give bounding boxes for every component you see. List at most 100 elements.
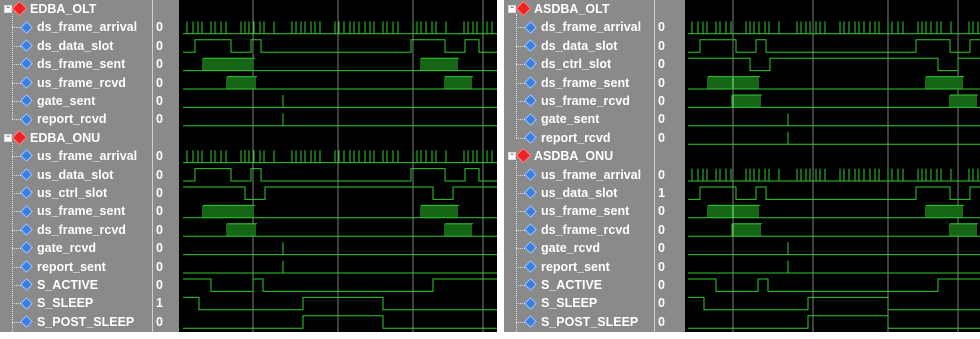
- signal-row-label[interactable]: report_sent: [524, 258, 610, 276]
- blue-diamond-icon: [524, 57, 537, 71]
- signal-row-label[interactable]: us_frame_sent: [524, 202, 629, 220]
- signal-row-label[interactable]: S_DOZE: [526, 331, 591, 332]
- signal-row-label[interactable]: S_ACTIVE: [20, 276, 99, 294]
- blue-diamond-icon: [20, 149, 33, 163]
- signal-row-label[interactable]: ds_frame_rcvd: [524, 221, 630, 239]
- signal-name: report_rcvd: [541, 130, 611, 145]
- signal-row-label[interactable]: us_data_slot: [20, 166, 114, 184]
- signal-value: 0: [156, 278, 163, 292]
- signal-row-label[interactable]: report_rcvd: [524, 129, 611, 147]
- signal-row-label[interactable]: ds_frame_arrival: [524, 18, 641, 36]
- signal-row-label[interactable]: S_SLEEP: [524, 294, 597, 312]
- right-signal-names: − ASDBA_OLT ds_frame_arrival ds_data_slotds…: [504, 0, 654, 332]
- collapse-box-icon[interactable]: −: [4, 4, 12, 13]
- signal-row-label[interactable]: gate_rcvd: [524, 239, 601, 257]
- signal-value: 1: [156, 296, 163, 311]
- left-signal-names: − EDBA_OLT ds_frame_arrival ds_data_slot ds_…: [0, 0, 152, 332]
- signal-row-label[interactable]: S_ACTIVE: [524, 276, 603, 294]
- signal-row-label[interactable]: report_sent: [20, 258, 106, 276]
- signal-row-label[interactable]: gate_sent: [20, 92, 96, 110]
- signal-name: S_ACTIVE: [37, 278, 99, 292]
- blue-diamond-icon: [524, 204, 537, 218]
- right-waveform-area[interactable]: [688, 0, 980, 332]
- group-header[interactable]: − EDBA_OLT: [4, 0, 96, 18]
- slot-trace: [183, 39, 497, 53]
- slot-trace: [688, 57, 980, 72]
- signal-name: S_ACTIVE: [541, 278, 603, 292]
- signal-row-label[interactable]: us_frame_arrival: [20, 147, 137, 165]
- signal-row-label[interactable]: ds_data_slot: [524, 37, 617, 55]
- group-header[interactable]: − ASDBA_OLT: [508, 0, 609, 18]
- signal-row-label[interactable]: S_SLEEP: [20, 294, 93, 312]
- signal-row-label[interactable]: ds_ctrl_slot: [524, 55, 612, 73]
- tree-connector: [516, 45, 525, 47]
- signal-name: us_data_slot: [37, 167, 114, 182]
- signal-row-label[interactable]: gate_sent: [524, 110, 599, 128]
- left-waveform-area[interactable]: [183, 0, 497, 332]
- tree-connector: [12, 303, 21, 305]
- blue-diamond-icon: [524, 39, 537, 52]
- signal-value: 0: [156, 20, 163, 35]
- tree-connector: [12, 229, 21, 231]
- signal-value: 0: [156, 186, 163, 200]
- tree-connector: [12, 211, 21, 213]
- group-title: ASDBA_OLT: [534, 2, 610, 16]
- signal-row-label[interactable]: gate_rcvd: [20, 239, 96, 257]
- signal-row-label[interactable]: us_data_slot: [524, 184, 617, 202]
- blue-diamond-icon: [20, 315, 33, 328]
- signal-name: gate_sent: [37, 94, 96, 108]
- blue-diamond-icon: [20, 94, 33, 108]
- signal-row-label[interactable]: ds_frame_sent: [20, 55, 126, 73]
- tree-connector: [516, 211, 525, 213]
- signal-name: report_rcvd: [37, 112, 107, 127]
- signal-value: 0: [156, 204, 163, 219]
- signal-row-label[interactable]: us_frame_rcvd: [20, 74, 126, 92]
- signal-row-label[interactable]: us_ctrl_slot: [20, 184, 107, 202]
- tree-connector: [12, 321, 21, 323]
- signal-name: ds_frame_sent: [37, 57, 126, 72]
- signal-row-label[interactable]: ds_frame_sent: [524, 74, 629, 92]
- left-waveform-panel: − EDBA_OLT ds_frame_arrival ds_data_slot ds_…: [0, 0, 497, 332]
- blue-diamond-icon: [524, 223, 537, 236]
- blue-diamond-icon: [20, 223, 33, 236]
- signal-value: 1: [658, 186, 665, 200]
- tree-connector: [516, 285, 525, 286]
- signal-value: 0: [658, 222, 665, 237]
- signal-name: gate_rcvd: [541, 241, 601, 256]
- group-header[interactable]: − EDBA_ONU: [4, 129, 100, 147]
- tree-connector: [516, 64, 525, 66]
- signal-row-label[interactable]: ds_frame_arrival: [20, 18, 137, 36]
- tree-connector: [12, 64, 21, 66]
- signal-name: ds_ctrl_slot: [541, 57, 612, 72]
- signal-row-label[interactable]: ds_data_slot: [20, 37, 114, 55]
- signal-name: us_frame_sent: [37, 204, 126, 219]
- right-signal-values: 00000000100000000: [654, 0, 685, 332]
- group-header[interactable]: − ASDBA_ONU: [508, 147, 613, 165]
- signal-value: 0: [658, 331, 665, 332]
- panel-divider: [498, 0, 502, 332]
- signal-row-label[interactable]: us_frame_sent: [20, 202, 126, 220]
- signal-value: 0: [156, 112, 163, 127]
- tree-connector: [516, 119, 525, 121]
- state-trace: [183, 296, 497, 311]
- collapse-box-icon[interactable]: −: [508, 4, 516, 13]
- blue-diamond-icon: [524, 112, 537, 126]
- signal-row-label[interactable]: S_POST_SLEEP: [20, 313, 135, 331]
- signal-name: S_POST_SLEEP: [37, 314, 135, 329]
- signal-value: 0: [156, 94, 163, 108]
- signal-row-label[interactable]: S_DOZE: [22, 331, 87, 332]
- signal-row-label[interactable]: report_rcvd: [20, 110, 107, 128]
- signal-value: 0: [658, 241, 665, 256]
- signal-name: ds_data_slot: [37, 38, 114, 53]
- signal-row-label[interactable]: us_frame_rcvd: [524, 92, 630, 110]
- left-signal-values: 00000000000000100: [152, 0, 179, 332]
- signal-value: 0: [156, 314, 163, 329]
- signal-row-label[interactable]: ds_frame_rcvd: [20, 221, 126, 239]
- signal-row-label[interactable]: S_POST_SLEEP: [524, 313, 638, 331]
- signal-value: 0: [658, 38, 665, 53]
- signal-row-label[interactable]: us_frame_arrival: [524, 166, 641, 184]
- tree-connector: [516, 174, 525, 176]
- blue-diamond-icon: [524, 167, 537, 181]
- collapse-box-icon[interactable]: −: [508, 151, 516, 160]
- left-waveform-svg: [183, 0, 497, 332]
